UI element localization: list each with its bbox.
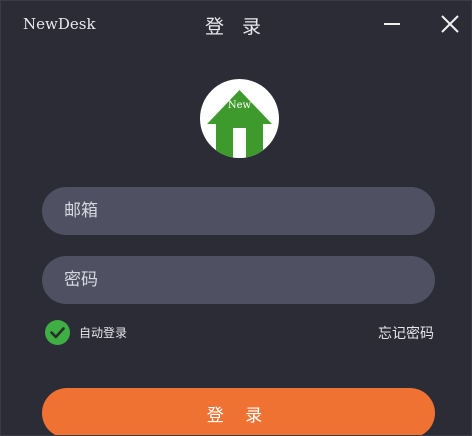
auto-login-checkbox[interactable]: 自动登录 [45,319,127,345]
auto-login-label: 自动登录 [79,325,128,340]
close-icon [441,15,459,33]
checkmark-icon [50,326,65,338]
login-window: NewDesk 登 录 New 自动登录 忘记密码 [0,0,472,436]
login-button[interactable]: 登 录 [42,388,435,435]
email-field[interactable] [42,187,435,235]
forgot-password-link[interactable]: 忘记密码 [378,323,434,343]
password-input[interactable] [42,256,435,304]
email-input[interactable] [42,187,435,235]
logo-text: New [227,100,252,111]
close-button[interactable] [437,11,463,37]
house-icon [207,90,272,158]
title-bar[interactable]: NewDesk 登 录 [1,1,471,47]
minimize-button[interactable] [379,11,405,37]
app-logo: New [200,79,279,158]
minimize-icon [384,23,400,25]
password-field[interactable] [42,256,435,304]
checkbox-checked[interactable] [45,319,70,345]
